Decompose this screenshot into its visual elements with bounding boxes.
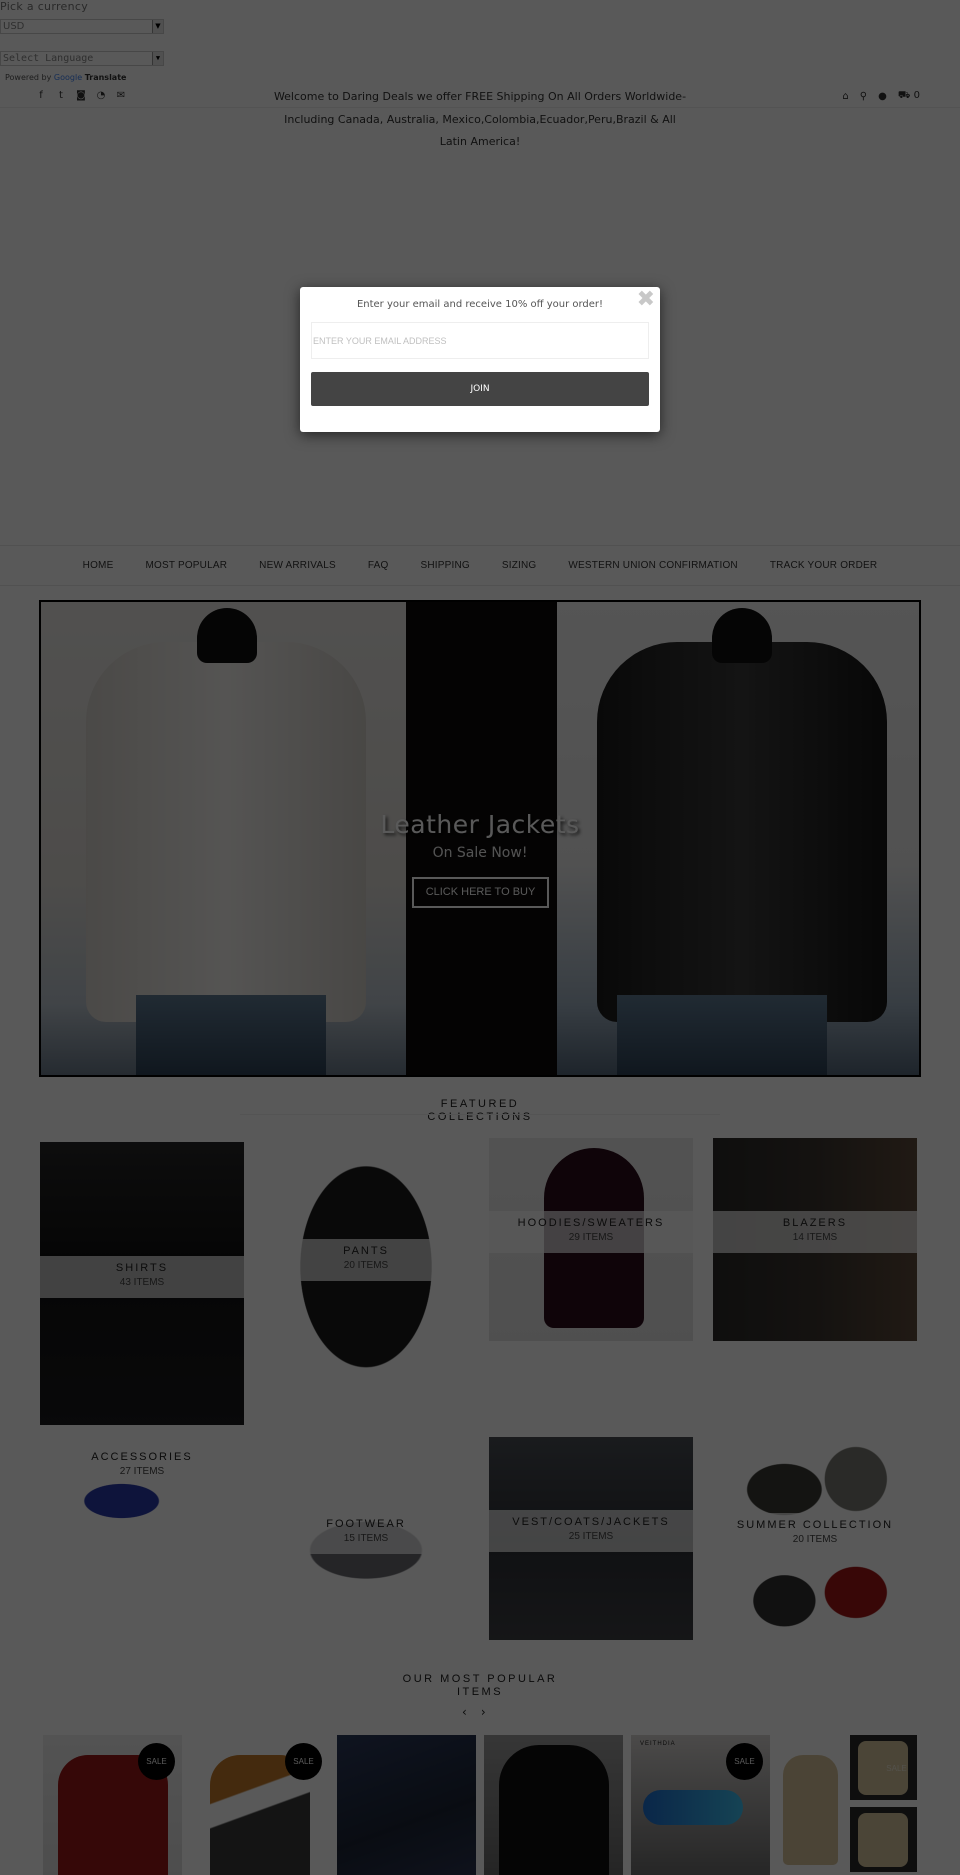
email-signup-modal: ✖ Enter your email and receive 10% off y… — [300, 287, 660, 432]
join-button[interactable]: JOIN — [311, 372, 649, 406]
email-input[interactable] — [311, 322, 649, 359]
modal-message: Enter your email and receive 10% off you… — [356, 299, 604, 310]
modal-overlay[interactable] — [0, 0, 960, 1875]
